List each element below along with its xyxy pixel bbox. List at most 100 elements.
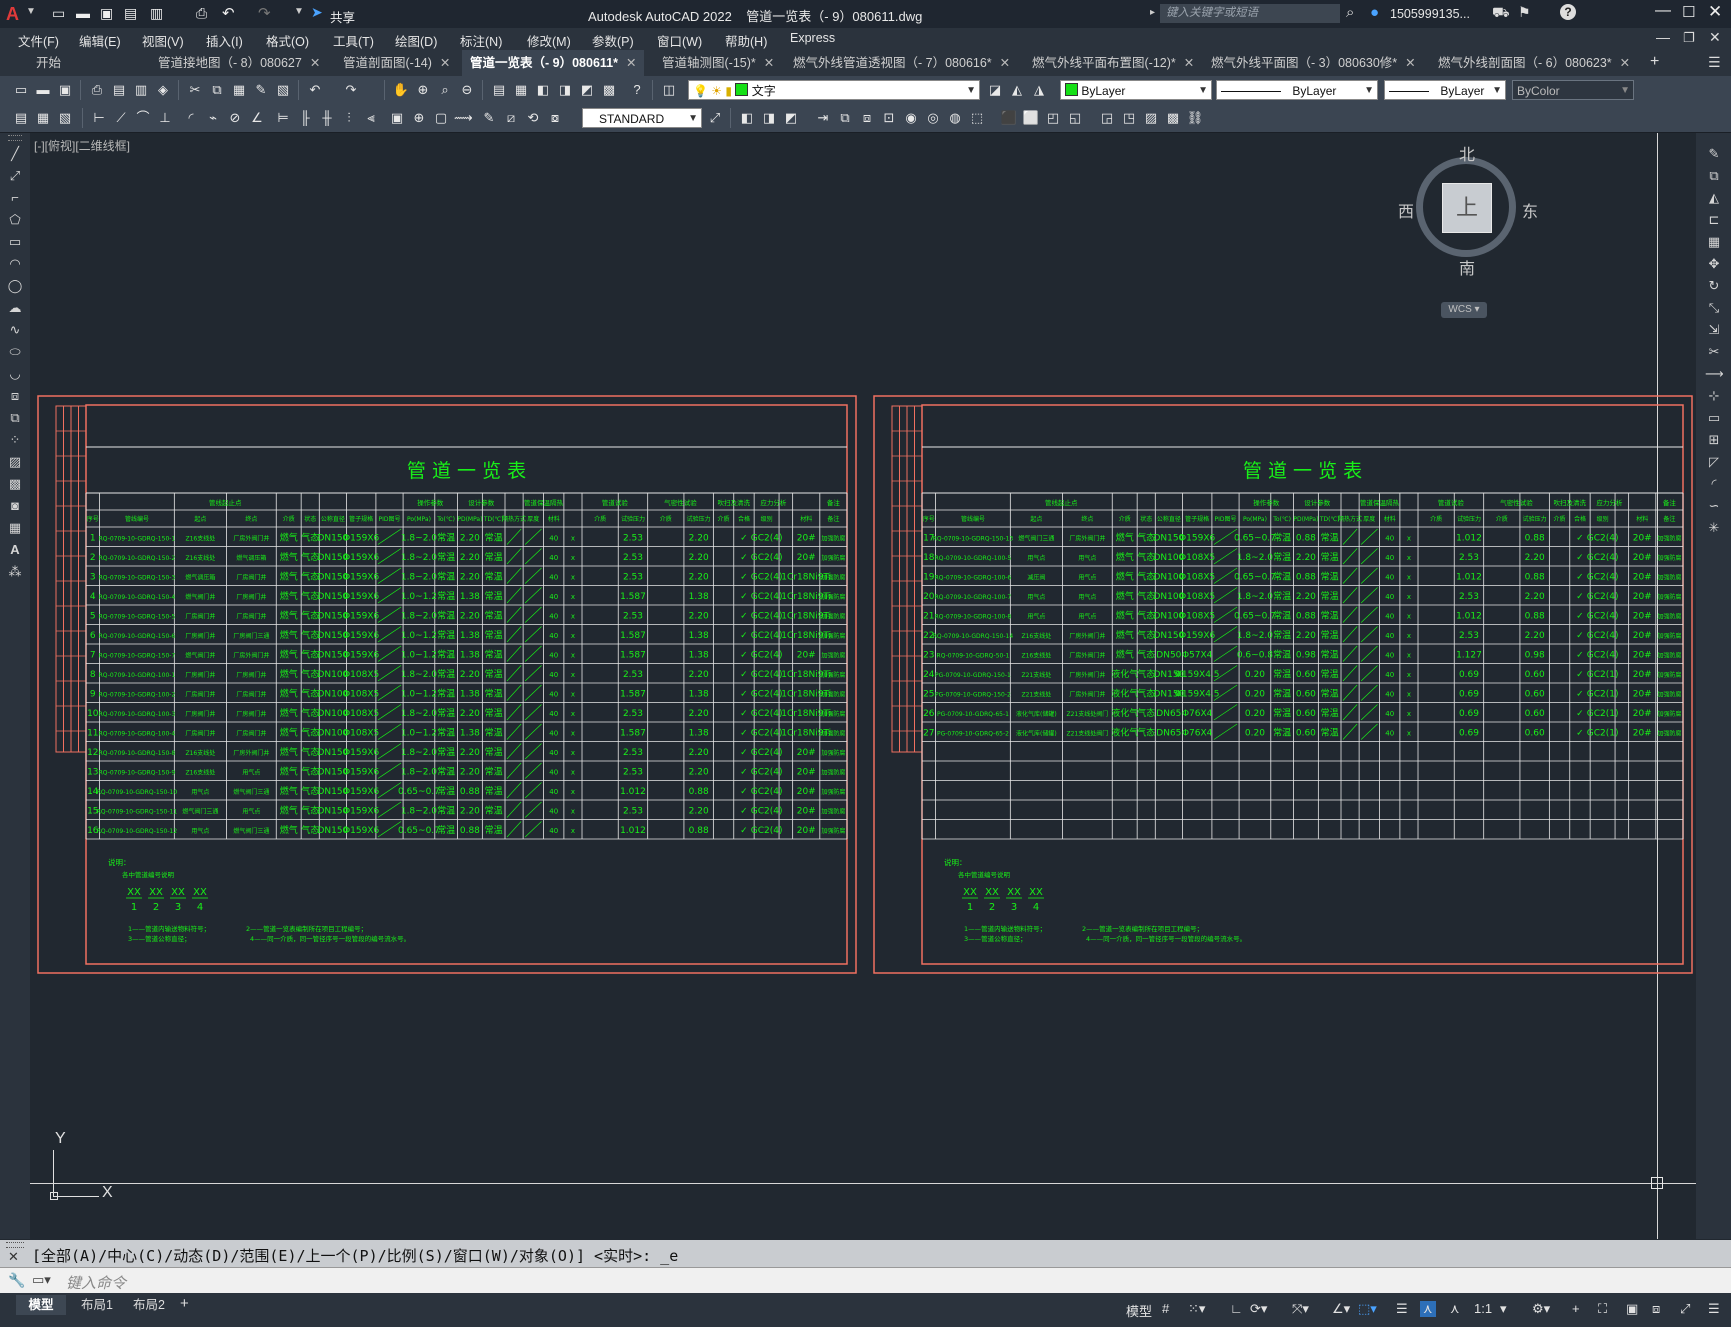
layout-tab-model[interactable]: 模型	[16, 1295, 66, 1315]
undo-icon[interactable]: ↶	[222, 4, 235, 22]
new-layout-icon[interactable]: +	[180, 1295, 189, 1312]
share-icon[interactable]: ➤	[311, 4, 323, 21]
redo-icon[interactable]: ↷	[258, 4, 271, 22]
tab-isometric[interactable]: 管道轴测图(-15)* ✕	[654, 50, 782, 76]
dim-update-icon[interactable]: ⟲	[524, 109, 542, 127]
blend-icon[interactable]: ∽	[1705, 497, 1723, 515]
gradient-icon[interactable]: ▩	[6, 475, 24, 493]
image-icon[interactable]: ▩	[1164, 109, 1182, 127]
tab-layout[interactable]: 燃气外线平面布置图(-12)* ✕	[1024, 50, 1202, 76]
search-arrow-icon[interactable]: ▸	[1150, 7, 1155, 18]
ortho-icon[interactable]: ∟	[1230, 1301, 1243, 1316]
app-menu-arrow-icon[interactable]: ▼	[26, 6, 36, 17]
new-tab-icon[interactable]: +	[1650, 53, 1659, 71]
units-icon[interactable]: ⛶	[1598, 1301, 1607, 1317]
modify-icon[interactable]: ▤	[12, 109, 30, 127]
tab-close-icon[interactable]: ✕	[310, 56, 320, 70]
cmd-grip[interactable]	[6, 1242, 24, 1248]
pan-icon[interactable]: ✋	[392, 81, 410, 99]
isodraft-icon[interactable]: ⤧▾	[1292, 1301, 1309, 1317]
linetype-dropdown[interactable]: ByLayer ▼	[1216, 80, 1378, 100]
region-icon[interactable]: ◙	[6, 497, 24, 515]
rectangle-icon[interactable]: ▭	[6, 233, 24, 251]
osnap-tracking-icon[interactable]: ∠▾	[1332, 1301, 1350, 1317]
dim-override-icon[interactable]: ⤢	[706, 109, 724, 127]
menu-insert[interactable]: 插入(I)	[206, 31, 243, 50]
center-mark-icon[interactable]: ⊕	[410, 109, 428, 127]
stretch-icon[interactable]: ⇲	[1705, 321, 1723, 339]
offset-icon[interactable]: ⊏	[1705, 211, 1723, 229]
cut-icon[interactable]: ✂	[186, 81, 204, 99]
dim-baseline-icon[interactable]: ╟	[296, 109, 314, 127]
tab-close-icon[interactable]: ✕	[1184, 56, 1194, 70]
publish-icon[interactable]: ▥	[150, 5, 163, 22]
tab-close-icon[interactable]: ✕	[1405, 56, 1415, 70]
add-selected-icon[interactable]: ⁂	[6, 563, 24, 581]
chamfer-icon[interactable]: ◸	[1705, 453, 1723, 471]
hide-icon[interactable]: ◎	[924, 109, 942, 127]
share-button[interactable]: 共享	[330, 7, 355, 26]
model-space-button[interactable]: 模型	[1126, 1301, 1152, 1320]
layer-iso-icon[interactable]: ▧	[56, 109, 74, 127]
purge-icon[interactable]: ◲	[1098, 109, 1116, 127]
color-dropdown[interactable]: ByLayer ▼	[1060, 80, 1212, 100]
draworder-front-icon[interactable]: ◧	[738, 109, 756, 127]
tolerance-icon[interactable]: ▣	[388, 109, 406, 127]
grid-icon[interactable]: #	[1162, 1301, 1169, 1316]
menu-parametric[interactable]: 参数(P)	[592, 31, 634, 50]
user-icon[interactable]: ●	[1370, 4, 1379, 21]
zoom-realtime-icon[interactable]: ⊕	[414, 81, 432, 99]
tool-palettes-icon[interactable]: ◧	[534, 81, 552, 99]
menu-file[interactable]: 文件(F)	[18, 31, 59, 50]
design-center-icon[interactable]: ▦	[512, 81, 530, 99]
tab-pipe-list[interactable]: 管道一览表（- 9）080611* ✕	[462, 50, 645, 76]
copy-icon[interactable]: ⧉	[208, 81, 226, 99]
open-icon[interactable]: ▬	[34, 81, 52, 99]
list-icon[interactable]: ◱	[1066, 109, 1084, 127]
paste-icon[interactable]: ▦	[230, 81, 248, 99]
copy-object-icon[interactable]: ⧉	[1705, 167, 1723, 185]
qnew-icon[interactable]: ▭	[12, 81, 30, 99]
layout-tab-2[interactable]: 布局2	[124, 1295, 174, 1315]
save-as-icon[interactable]: ▤	[124, 5, 137, 22]
measure-icon[interactable]: ⬜	[1022, 109, 1040, 127]
help-small-icon[interactable]: ?	[628, 81, 646, 99]
3d-print-icon[interactable]: ◈	[154, 81, 172, 99]
make-current-icon[interactable]: ◪	[986, 81, 1004, 99]
insert-block-icon[interactable]: ⧈	[6, 387, 24, 405]
trim-icon[interactable]: ✂	[1705, 343, 1723, 361]
erase-icon[interactable]: ✎	[1705, 145, 1723, 163]
block-editor-icon[interactable]: ▧	[274, 81, 292, 99]
tab-close-icon[interactable]: ✕	[440, 56, 450, 70]
dim-jogged-icon[interactable]: ⌁	[204, 109, 222, 127]
clean-screen-icon[interactable]: ⤢	[1680, 1301, 1690, 1317]
save-small-icon[interactable]: ▣	[56, 81, 74, 99]
tab-close-icon[interactable]: ✕	[1620, 56, 1630, 70]
polyline-icon[interactable]: ⌐	[6, 189, 24, 207]
xref-icon[interactable]: ▨	[1142, 109, 1160, 127]
dim-linear-icon[interactable]: ⊢	[90, 109, 108, 127]
autodesk-app-icon[interactable]: ⚑	[1518, 4, 1531, 21]
polygon-icon[interactable]: ⬠	[6, 211, 24, 229]
drawing-canvas[interactable]: [-][俯视][二维线框] 上 北 南 西 东 WCS ▾ Y X 管 道 一 …	[30, 133, 1696, 1239]
scale-icon[interactable]: ⤡	[1705, 299, 1723, 317]
fillet-icon[interactable]: ◜	[1705, 475, 1723, 493]
layer-walk-icon[interactable]: ▦	[34, 109, 52, 127]
explode-icon[interactable]: ✳	[1705, 519, 1723, 537]
spline-icon[interactable]: ∿	[6, 321, 24, 339]
annotation-visibility-icon[interactable]: ⋏	[1420, 1301, 1436, 1317]
lock-ui-icon[interactable]: ⧈	[1652, 1301, 1660, 1317]
save-icon[interactable]: ▣	[100, 5, 113, 22]
plotstyle-dropdown[interactable]: ByColor ▼	[1512, 80, 1634, 100]
ellipse-arc-icon[interactable]: ◡	[6, 365, 24, 383]
tab-plan[interactable]: 燃气外线平面图（- 3）080630修* ✕	[1203, 50, 1424, 76]
tab-close-icon[interactable]: ✕	[1000, 56, 1010, 70]
menu-window[interactable]: 窗口(W)	[657, 31, 702, 50]
dim-arc-icon[interactable]: ⌒	[134, 109, 152, 127]
hyperlink-icon[interactable]: ⛓	[1186, 109, 1204, 127]
join-icon[interactable]: ⊞	[1705, 431, 1723, 449]
isolate-icon[interactable]: ◉	[902, 109, 920, 127]
ungroup-icon[interactable]: ⧈	[858, 109, 876, 127]
revcloud-icon[interactable]: ☁	[6, 299, 24, 317]
layer-dropdown[interactable]: 💡 ☀ ▮ 文字 ▼	[688, 80, 980, 100]
